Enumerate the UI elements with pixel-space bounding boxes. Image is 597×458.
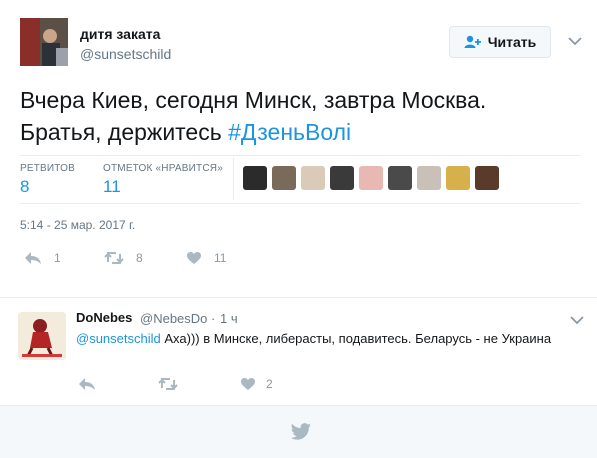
mention-link[interactable]: @sunsetschild: [76, 331, 161, 346]
reply-reply-action[interactable]: [78, 377, 96, 396]
stats-separator: [233, 158, 234, 200]
person-add-icon: [464, 35, 481, 48]
reply-body: Аха))) в Минске, либерасты, подавитесь. …: [160, 331, 552, 346]
liker-avatar[interactable]: [330, 166, 354, 190]
like-count: 11: [214, 251, 227, 265]
follow-button[interactable]: Читать: [449, 26, 551, 58]
twitter-bird-icon[interactable]: [290, 423, 312, 446]
reply-like-action[interactable]: 2: [240, 377, 273, 391]
reply-text: @sunsetschild Аха))) в Минске, либерасты…: [76, 329, 556, 349]
retweet-icon: [104, 251, 124, 265]
author-handle[interactable]: @sunsetschild: [80, 46, 171, 62]
chevron-down-icon[interactable]: [568, 35, 582, 49]
tweet-text-line: Вчера Киев, сегодня Минск, завтра Москва…: [20, 87, 487, 113]
tweet-text-line: Братья, держитесь #ДзеньВолі: [20, 116, 580, 148]
author-avatar[interactable]: [20, 18, 68, 66]
reply-icon: [79, 378, 95, 390]
reply-action[interactable]: 1: [24, 251, 61, 265]
like-action[interactable]: 11: [186, 251, 226, 265]
liker-avatar[interactable]: [359, 166, 383, 190]
reply-author-name[interactable]: DoNebes: [76, 310, 132, 325]
liker-avatar[interactable]: [417, 166, 441, 190]
reply-time[interactable]: 1 ч: [220, 311, 238, 326]
retweets-stat-label[interactable]: РЕТВИТОВ: [20, 163, 75, 174]
liker-avatar[interactable]: [272, 166, 296, 190]
reply-author-avatar[interactable]: [18, 312, 66, 360]
reply-chevron-down-icon[interactable]: [570, 312, 584, 330]
liker-avatar[interactable]: [475, 166, 499, 190]
hashtag-link[interactable]: #ДзеньВолі: [228, 119, 351, 145]
avatar-image: [20, 18, 68, 66]
retweet-action[interactable]: 8: [104, 251, 143, 265]
liker-avatar[interactable]: [446, 166, 470, 190]
reply-separator: ·: [211, 311, 216, 326]
divider: [0, 297, 597, 298]
liker-avatar[interactable]: [301, 166, 325, 190]
follow-button-label: Читать: [487, 34, 537, 50]
divider: [20, 155, 580, 156]
tweet-text-part: Братья, держитесь: [20, 119, 229, 145]
retweets-stat-value[interactable]: 8: [20, 177, 29, 197]
reply-retweet-action[interactable]: [158, 377, 178, 396]
likes-stat-label[interactable]: ОТМЕТОК «НРАВИТСЯ»: [103, 163, 223, 174]
retweet-count: 8: [136, 251, 143, 265]
heart-icon: [241, 378, 255, 390]
retweet-icon: [158, 377, 178, 391]
reply-count: 1: [54, 251, 61, 265]
avatar-image: [18, 312, 66, 360]
tweet-text: Вчера Киев, сегодня Минск, завтра Москва…: [20, 84, 580, 148]
heart-icon: [187, 252, 201, 264]
reply-icon: [25, 252, 41, 264]
footer: [0, 405, 597, 458]
reply-like-count: 2: [266, 377, 273, 391]
divider: [20, 203, 580, 204]
liker-avatar[interactable]: [388, 166, 412, 190]
tweet-timestamp[interactable]: 5:14 - 25 мар. 2017 г.: [20, 218, 135, 232]
author-name[interactable]: дитя заката: [80, 26, 160, 42]
reply-author-handle[interactable]: @NebesDo: [140, 311, 207, 326]
likes-stat-value[interactable]: 11: [103, 177, 121, 197]
liker-avatar[interactable]: [243, 166, 267, 190]
